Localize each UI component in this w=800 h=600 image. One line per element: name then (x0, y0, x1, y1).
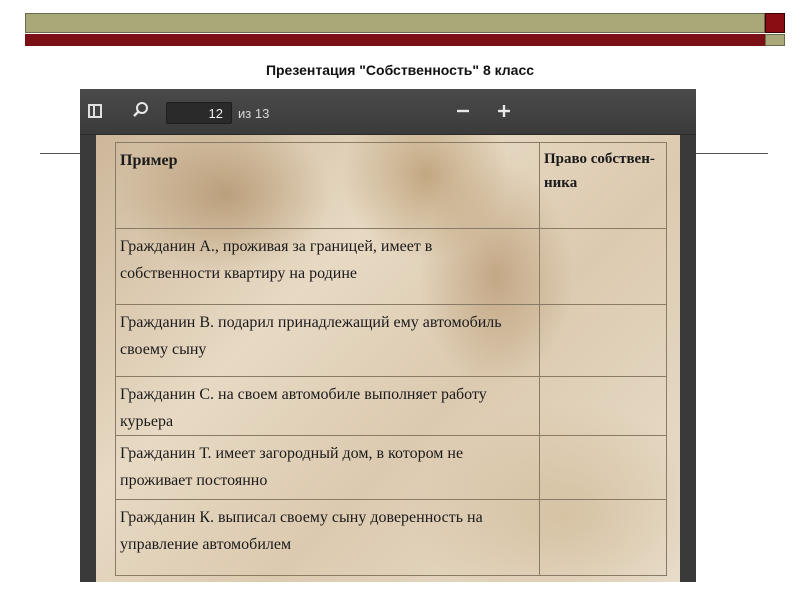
pdf-toolbar: из 13 (80, 89, 696, 135)
table-cell-example: Гражданин К. выписал своему сыну доверен… (115, 499, 540, 576)
table-row: Гражданин А., проживая за границей, имее… (115, 228, 667, 305)
ownership-table: Пример Право собствен-ника Гражданин А.,… (115, 142, 667, 576)
page-number-input[interactable] (166, 102, 232, 124)
table-row: Гражданин С. на своем автомобиле выполня… (115, 376, 667, 436)
page-total-label: из 13 (238, 106, 270, 121)
zoom-in-icon[interactable] (495, 102, 513, 120)
pdf-page-area[interactable]: Пример Право собствен-ника Гражданин А.,… (80, 135, 696, 582)
slide-header-maroon-bar (25, 34, 765, 46)
table-cell-owner (539, 499, 667, 576)
header-owner: Право собствен-ника (539, 142, 667, 229)
slide-corner-square-red (765, 13, 785, 33)
table-cell-owner (539, 376, 667, 436)
sidebar-toggle-icon[interactable] (88, 104, 102, 118)
pdf-page: Пример Право собствен-ника Гражданин А.,… (96, 135, 680, 582)
table-cell-example: Гражданин А., проживая за границей, имее… (115, 228, 540, 305)
table-row: Гражданин В. подарил принадлежащий ему а… (115, 304, 667, 377)
slide-divider-left (40, 153, 80, 154)
table-cell-example: Гражданин Т. имеет загородный дом, в кот… (115, 435, 540, 500)
slide-header-olive-bar (25, 13, 765, 33)
table-cell-example: Гражданин В. подарил принадлежащий ему а… (115, 304, 540, 377)
slide-corner-square-olive (765, 34, 785, 46)
table-cell-example: Гражданин С. на своем автомобиле выполня… (115, 376, 540, 436)
table-row: Гражданин К. выписал своему сыну доверен… (115, 499, 667, 576)
slide-title: Презентация "Собственность" 8 класс (265, 62, 535, 78)
search-icon[interactable] (132, 101, 150, 119)
header-example: Пример (115, 142, 540, 229)
table-cell-owner (539, 304, 667, 377)
slide-divider-right (695, 153, 768, 154)
zoom-out-icon[interactable] (454, 102, 472, 120)
table-row: Гражданин Т. имеет загородный дом, в кот… (115, 435, 667, 500)
table-cell-owner (539, 228, 667, 305)
table-cell-owner (539, 435, 667, 500)
pdf-viewer: из 13 Пример Право собствен-ника Граждан… (80, 89, 696, 582)
table-header-row: Пример Право собствен-ника (115, 142, 667, 229)
